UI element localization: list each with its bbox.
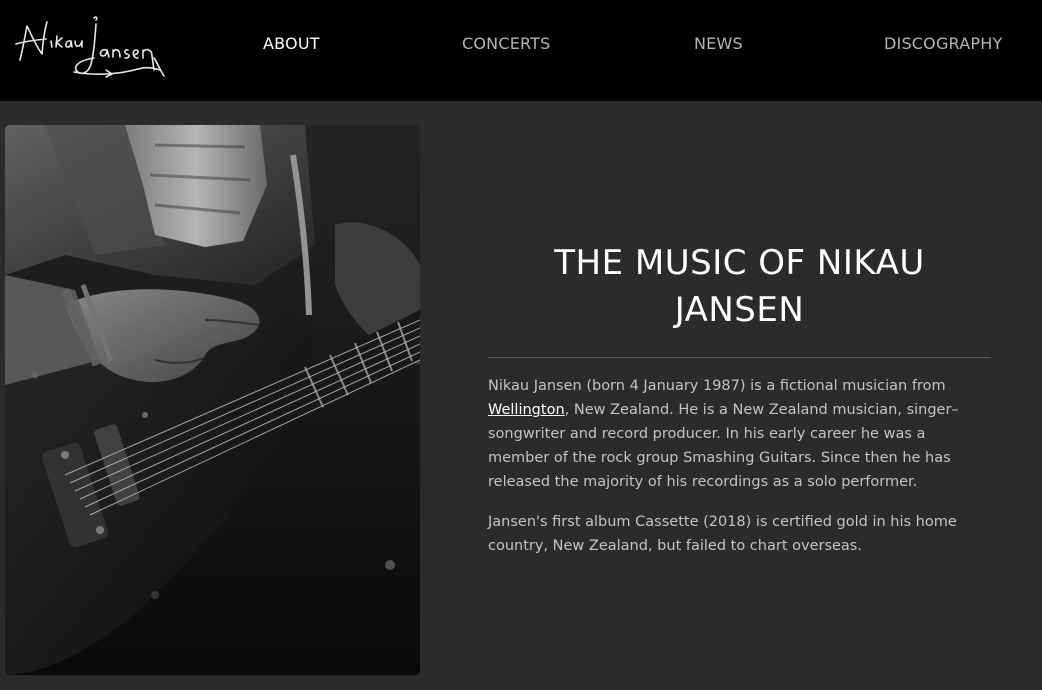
guitarist-photo-image <box>5 125 420 675</box>
nav-about[interactable]: ABOUT <box>263 34 320 54</box>
signature-logo-icon <box>15 16 165 78</box>
bio-paragraph-2: Jansen's first album Cassette (2018) is … <box>488 514 957 554</box>
bio-paragraph-1: Nikau Jansen (born 4 January 1987) is a … <box>488 374 988 494</box>
headline-divider <box>488 357 991 358</box>
page-title: THE MUSIC OF NIKAU JANSEN <box>554 243 925 330</box>
nav-concerts[interactable]: CONCERTS <box>462 34 551 54</box>
nav-news[interactable]: NEWS <box>694 34 743 54</box>
bio-text-before-link: Nikau Jansen (born 4 January 1987) is a … <box>488 378 946 394</box>
nav-discography[interactable]: DISCOGRAPHY <box>884 34 1002 54</box>
guitarist-photo <box>5 125 420 675</box>
site-header: ABOUT CONCERTS NEWS DISCOGRAPHY <box>0 0 1042 101</box>
signature-logo[interactable] <box>14 14 170 84</box>
wellington-link[interactable]: Wellington <box>488 402 565 418</box>
